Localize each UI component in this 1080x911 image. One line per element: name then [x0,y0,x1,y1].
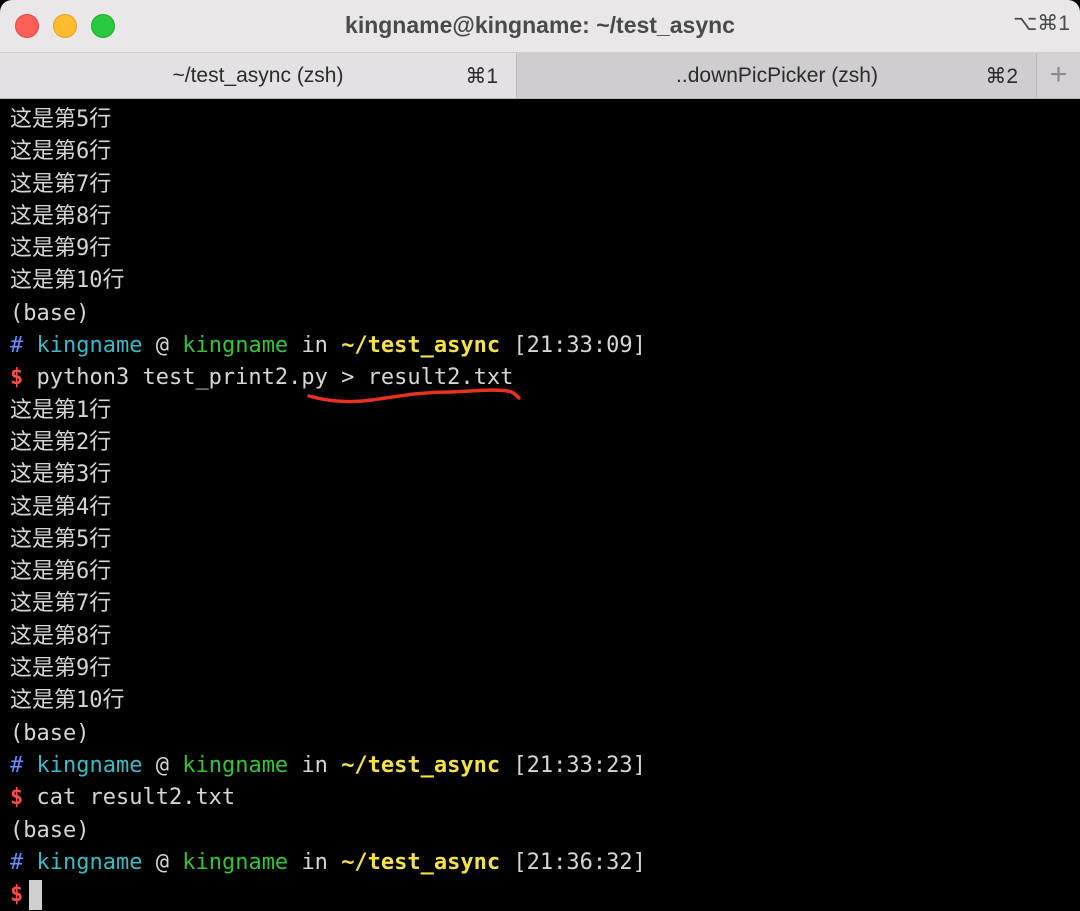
prompt-time: [21:33:09] [513,333,646,359]
prompt-host: kingname [182,849,289,875]
prompt-at: @ [155,333,169,359]
output-line: 这是第10行 [10,688,125,714]
prompt-path: ~/test_async [341,752,501,778]
output-line: 这是第8行 [10,203,112,229]
terminal-content[interactable]: 这是第5行 这是第6行 这是第7行 这是第8行 这是第9行 这是第10行 (ba… [10,104,1070,911]
prompt-time: [21:36:32] [513,849,646,875]
terminal-window: kingname@kingname: ~/test_async ⌥⌘1 ~/te… [0,0,1080,911]
output-line: 这是第5行 [10,107,112,132]
command-text: python3 test_print2.py > result2.txt [36,365,514,391]
tab-bar: ~/test_async (zsh) ⌘1 ..downPicPicker (z… [0,53,1080,99]
prompt-host: kingname [182,333,289,359]
conda-env-label: (base) [10,817,90,843]
prompt-in: in [301,752,328,778]
tab-label: ~/test_async (zsh) [172,64,344,87]
output-line: 这是第5行 [10,526,112,552]
tab-label: ..downPicPicker (zsh) [676,64,878,87]
output-line: 这是第1行 [10,397,112,423]
output-line: 这是第7行 [10,591,112,617]
output-line: 这是第6行 [10,559,112,585]
plus-icon[interactable]: + [1037,53,1080,98]
prompt-hash: # [10,752,24,778]
prompt-hash: # [10,849,24,875]
tab-shortcut: ⌘1 [465,65,498,88]
prompt-path: ~/test_async [341,849,501,875]
prompt-line: # kingname @ kingname in ~/test_async [2… [10,847,1070,879]
active-command-line[interactable]: $ [10,879,1070,911]
prompt-in: in [301,849,328,875]
prompt-hash: # [10,333,24,359]
prompt-line: # kingname @ kingname in ~/test_async [2… [10,750,1070,782]
prompt-at: @ [155,752,169,778]
prompt-host: kingname [182,752,289,778]
prompt-user: kingname [36,752,143,778]
output-line: 这是第7行 [10,171,112,197]
text-cursor [29,880,43,911]
output-line: 这是第8行 [10,623,112,649]
output-line: 这是第2行 [10,429,112,455]
prompt-user: kingname [36,849,143,875]
title-bar: kingname@kingname: ~/test_async ⌥⌘1 [0,0,1080,53]
prompt-dollar: $ [10,785,24,811]
conda-env-label: (base) [10,300,90,326]
prompt-dollar: $ [10,365,24,391]
prompt-at: @ [155,849,169,875]
output-line: 这是第9行 [10,656,112,682]
prompt-dollar: $ [10,882,24,908]
tab-downpicpicker[interactable]: ..downPicPicker (zsh) ⌘2 [518,53,1037,98]
prompt-line: # kingname @ kingname in ~/test_async [2… [10,330,1070,362]
output-line: 这是第10行 [10,268,125,294]
command-line: $ cat result2.txt [10,782,1070,814]
output-line: 这是第3行 [10,462,112,488]
output-line: 这是第4行 [10,494,112,520]
prompt-user: kingname [36,333,143,359]
prompt-time: [21:33:23] [513,752,646,778]
output-line: 这是第6行 [10,139,112,165]
prompt-path: ~/test_async [341,333,501,359]
command-text: cat result2.txt [36,785,236,811]
window-title: kingname@kingname: ~/test_async [345,12,735,38]
prompt-in: in [301,333,328,359]
tab-shortcut: ⌘2 [985,65,1018,88]
command-line: $ python3 test_print2.py > result2.txt [10,362,1070,394]
tab-test-async[interactable]: ~/test_async (zsh) ⌘1 [0,53,517,98]
window-shortcut: ⌥⌘1 [1013,12,1070,35]
conda-env-label: (base) [10,720,90,746]
output-line: 这是第9行 [10,236,112,262]
